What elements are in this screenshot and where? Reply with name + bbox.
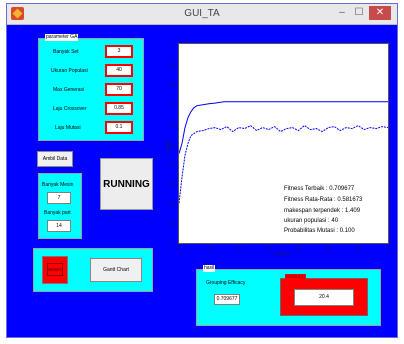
parameter-panel: parameter GA Banyak Set 3 Ukuran Populas… [38, 34, 144, 141]
waktu-value[interactable]: 20.4 [294, 289, 354, 306]
x-axis-label: Generasi [273, 251, 290, 256]
fitness-axes: Fitness Terbaik : 0.709677 Fitness Rata-… [165, 42, 391, 256]
banyak-part-label: Banyak part [44, 210, 71, 216]
y-tick-label: 0.3 [169, 181, 175, 187]
banyak-set-label: Banyak Set [53, 49, 79, 55]
y-tick-label: 0.6 [169, 121, 175, 127]
annotation-makespan: makespan terpendek : 1.409 [284, 208, 361, 214]
y-tick-label: 0.8 [169, 81, 175, 87]
close-button[interactable]: ✕ [369, 6, 391, 20]
banyak-mesin-label: Banyak Mesin [42, 182, 74, 188]
ukuran-populasi-label: Ukuran Populasi [51, 68, 88, 74]
y-tick-label: 0.4 [169, 161, 175, 167]
reset-button[interactable]: RESET [47, 263, 63, 276]
x-tick-label: 0 [177, 245, 180, 250]
ambil-data-button[interactable]: Ambil Data [37, 151, 73, 167]
x-tick-label: 40 [296, 245, 301, 250]
y-tick-label: 1 [169, 42, 172, 47]
y-tick-label: 0.1 [169, 221, 175, 227]
waktu-title: waktu(s) [285, 274, 306, 281]
minimize-button[interactable]: – [335, 6, 349, 20]
ukuran-populasi-input[interactable]: 40 [105, 64, 133, 77]
banyak-mesin-value[interactable]: 7 [47, 192, 71, 204]
y-tick-label: 0.9 [169, 61, 175, 67]
laju-mutasi-label: Laju Mutasi [55, 125, 81, 131]
annotation-fitness-rata: Fitness Rata-Rata : 0.581673 [284, 197, 363, 203]
grouping-efficacy-value[interactable]: 0.709677 [214, 294, 240, 305]
parameter-panel-title: parameter GA [45, 34, 79, 41]
max-generasi-input[interactable]: 70 [105, 83, 133, 96]
action-panel: RESET Gantt Chart [33, 248, 153, 292]
annotation-fitness-terbaik: Fitness Terbaik : 0.709677 [284, 186, 355, 192]
matlab-icon [11, 7, 24, 20]
reset-frame: RESET [42, 256, 68, 284]
annotation-probabilitas-mutasi: Probabilitas Mutasi : 0.100 [284, 228, 355, 234]
x-tick-label: 10 [206, 245, 212, 250]
laju-mutasi-input[interactable]: 0.1 [105, 121, 133, 134]
gantt-chart-button[interactable]: Gantt Chart [90, 258, 142, 282]
x-tick-label: 50 [326, 245, 331, 250]
waktu-frame: waktu(s) 20.4 [280, 274, 368, 316]
y-tick-label: 0 [169, 241, 172, 246]
result-panel-title: hasil [203, 265, 216, 272]
banyak-set-input[interactable]: 3 [105, 45, 133, 58]
max-generasi-label: Max Generasi [53, 87, 85, 93]
maximize-button[interactable]: ☐ [352, 6, 366, 20]
running-button[interactable]: RUNNING [100, 158, 153, 210]
x-tick-label: 70 [386, 245, 391, 250]
x-tick-label: 30 [266, 245, 272, 250]
grouping-efficacy-label: Grouping Efficacy [206, 280, 246, 286]
title-bar: GUI_TA – ☐ ✕ [7, 4, 397, 25]
laju-crossover-input[interactable]: 0.85 [105, 102, 133, 115]
result-panel: hasil Grouping Efficacy 0.709677 waktu(s… [196, 265, 381, 326]
x-tick-label: 20 [236, 245, 242, 250]
data-panel: Banyak Mesin 7 Banyak part 14 [38, 173, 82, 239]
banyak-part-value[interactable]: 14 [47, 220, 71, 232]
laju-crossover-label: Laju Crossover [53, 106, 87, 112]
y-tick-label: 0.7 [169, 101, 175, 107]
y-tick-label: 0.2 [169, 201, 175, 207]
window-title: GUI_TA [184, 8, 220, 19]
annotation-ukuran-populasi: ukuran populasi : 40 [284, 218, 339, 224]
y-axis-label: Fitness [164, 139, 170, 153]
x-tick-label: 60 [356, 245, 361, 250]
best-fitness-line [179, 101, 388, 154]
